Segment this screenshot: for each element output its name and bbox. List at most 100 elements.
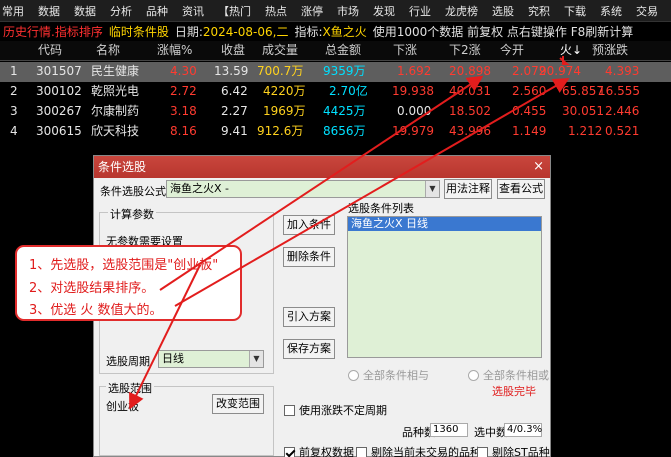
row-index: 3: [10, 104, 18, 118]
dialog-title: 条件选股: [98, 160, 147, 174]
row-xia2zhang: 20.898: [449, 64, 491, 78]
row-close: 9.41: [221, 124, 248, 138]
radio-and[interactable]: 全部条件相与: [348, 367, 429, 383]
menu-item-zixun[interactable]: 资讯: [182, 3, 204, 19]
row-volume: 1969万: [263, 104, 306, 118]
row-name: 欣天科技: [91, 124, 140, 138]
adjusted-data-checkbox[interactable]: 前复权数据: [284, 444, 354, 457]
condition-list-label: 选股条件列表: [348, 202, 414, 215]
exclude-notrade-label: 剔除当前未交易的品种: [371, 446, 481, 457]
row-close: 13.59: [214, 64, 249, 78]
row-volume: 4220万: [263, 84, 306, 98]
table-row[interactable]: 2 300102 乾照光电 2.72 6.42 4220万 2.70亿 19.9…: [0, 82, 671, 102]
row-name: 民生健康: [91, 64, 140, 78]
exclude-st-checkbox[interactable]: 剔除ST品种: [477, 444, 550, 457]
status-hint: 使用1000个数据 前复权 点右键操作 F8刷新计算: [372, 25, 634, 39]
menu-item-jiuji[interactable]: 究积: [528, 3, 550, 19]
close-icon[interactable]: ×: [533, 156, 544, 178]
menu-item-remen[interactable]: 【热门: [218, 3, 251, 19]
use-period-label: 使用涨跌不定周期: [299, 404, 387, 417]
list-item[interactable]: 海鱼之火X 日线: [348, 217, 541, 231]
condition-list[interactable]: 海鱼之火X 日线: [347, 216, 542, 358]
menu-item-shuju[interactable]: 数据: [38, 3, 60, 19]
menu-bar: 常用 数据 数据 分析 品种 资讯 【热门 热点 涨停 市场 发现 行业 龙虎榜…: [0, 0, 671, 22]
row-xia2zhang: 40.031: [449, 84, 491, 98]
exclude-notrade-checkbox[interactable]: 剔除当前未交易的品种: [356, 444, 481, 457]
menu-item-shichang[interactable]: 市场: [337, 3, 359, 19]
row-amount: 9359万: [323, 64, 366, 78]
menu-item-faxian[interactable]: 发现: [373, 3, 395, 19]
delete-condition-button[interactable]: 删除条件: [283, 247, 335, 267]
table-row[interactable]: 3 300267 尔康制药 3.18 2.27 1969万 4425万 0.00…: [0, 102, 671, 122]
status-indicator-label: 指标:: [294, 25, 323, 39]
menu-item-longhubang[interactable]: 龙虎榜: [445, 3, 478, 19]
col-volume[interactable]: 成交量: [262, 41, 298, 60]
row-predict: 0.521: [605, 124, 640, 138]
row-predict: 2.446: [605, 104, 640, 118]
annotation-line-1: 1、先选股，选股范围是"创业板": [29, 258, 219, 273]
row-xia2zhang: 43.996: [449, 124, 491, 138]
menu-item-fenxi[interactable]: 分析: [110, 3, 132, 19]
table-row[interactable]: 4 300615 欣天科技 8.16 9.41 912.6万 8656万 19.…: [0, 122, 671, 142]
col-name[interactable]: 名称: [96, 41, 120, 60]
dialog-title-bar[interactable]: 条件选股 ×: [94, 156, 550, 178]
chevron-down-icon: ▼: [425, 181, 439, 197]
menu-item-jiaoyi[interactable]: 交易: [636, 3, 658, 19]
period-label: 选股周期: [106, 355, 150, 368]
view-formula-button[interactable]: 查看公式: [497, 179, 545, 199]
col-fire[interactable]: 火↓: [560, 41, 582, 60]
row-name: 乾照光电: [91, 84, 140, 98]
save-plan-button[interactable]: 保存方案: [283, 339, 335, 359]
row-volume: 912.6万: [257, 124, 304, 138]
status-condition: 临时条件股: [108, 25, 169, 39]
period-select[interactable]: 日线 ▼: [158, 350, 264, 368]
table-row[interactable]: 1 301507 民生健康 4.30 13.59 700.7万 9359万 1.…: [0, 62, 671, 82]
row-fire: 90.974: [539, 64, 581, 78]
col-change-pct[interactable]: 涨幅%: [157, 41, 192, 60]
row-index: 4: [10, 124, 18, 138]
row-amount: 8656万: [323, 124, 366, 138]
col-xiazhang[interactable]: 下涨: [393, 41, 417, 60]
status-date-label: 日期:: [174, 25, 203, 39]
radio-and-label: 全部条件相与: [363, 369, 429, 382]
row-predict: 16.555: [598, 84, 640, 98]
use-period-checkbox[interactable]: 使用涨跌不定周期: [284, 402, 387, 418]
col-close[interactable]: 收盘: [221, 41, 245, 60]
picked-value: 4/0.3%: [504, 423, 542, 437]
menu-item-xitong[interactable]: 系统: [600, 3, 622, 19]
col-amount[interactable]: 总金额: [325, 41, 361, 60]
col-predict[interactable]: 预涨跌: [592, 41, 628, 60]
radio-or[interactable]: 全部条件相或: [468, 367, 549, 383]
row-change: 4.30: [170, 64, 197, 78]
row-xiazhang: 1.692: [397, 64, 432, 78]
formula-label: 条件选股公式: [100, 185, 166, 198]
menu-item-xiazai[interactable]: 下载: [564, 3, 586, 19]
row-amount: 2.70亿: [329, 84, 368, 98]
col-xia2zhang[interactable]: 下2涨: [449, 41, 481, 60]
import-plan-button[interactable]: 引入方案: [283, 307, 335, 327]
menu-item-changyong[interactable]: 常用: [2, 3, 24, 19]
help-button[interactable]: 用法注释: [444, 179, 492, 199]
menu-item-zhangting[interactable]: 涨停: [301, 3, 323, 19]
formula-select[interactable]: 海鱼之火X - ▼: [166, 180, 440, 198]
row-change: 3.18: [170, 104, 197, 118]
menu-item-hangye[interactable]: 行业: [409, 3, 431, 19]
add-condition-button[interactable]: 加入条件: [283, 215, 335, 235]
row-open: 0.455: [512, 104, 547, 118]
row-xia2zhang: 18.502: [449, 104, 491, 118]
col-code[interactable]: 代码: [38, 41, 62, 60]
row-xiazhang: 0.000: [397, 104, 432, 118]
row-change: 2.72: [170, 84, 197, 98]
col-open[interactable]: 今开: [500, 41, 524, 60]
exclude-notrade-box: [356, 447, 367, 457]
status-date: 2024-08-06,二: [202, 25, 289, 39]
change-range-button[interactable]: 改变范围: [212, 394, 264, 414]
menu-item-xuangu[interactable]: 选股: [492, 3, 514, 19]
status-bar: 历史行情.指标排序 临时条件股 日期: 2024-08-06,二 指标: X鱼之…: [0, 22, 671, 41]
annotation-line-3: 3、优选 火 数值大的。: [29, 303, 163, 318]
menu-item-pinzhong[interactable]: 品种: [146, 3, 168, 19]
radio-and-circle: [348, 370, 359, 381]
menu-item-shuju-2[interactable]: 数据: [74, 3, 96, 19]
menu-item-redian[interactable]: 热点: [265, 3, 287, 19]
params-group-label: 计算参数: [108, 206, 156, 222]
